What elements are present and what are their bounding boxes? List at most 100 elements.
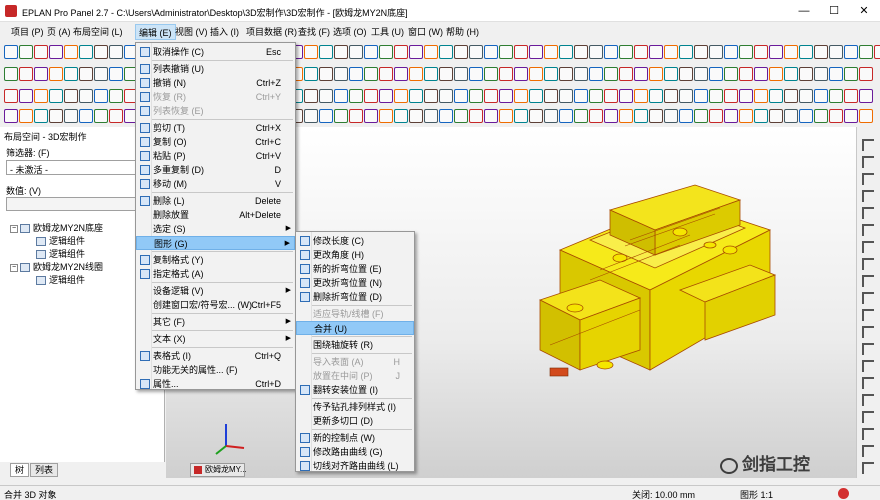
toolbar-button[interactable]	[79, 89, 93, 103]
graphics-submenu-item[interactable]: 传予钻孔排列样式 (I)	[296, 400, 414, 414]
toolbar-button[interactable]	[649, 89, 663, 103]
toolbar-button[interactable]	[94, 45, 108, 59]
toolbar-button[interactable]	[769, 89, 783, 103]
graphics-submenu-item[interactable]: 更改角度 (H)	[296, 248, 414, 262]
toolbar-button[interactable]	[529, 67, 543, 81]
toolbar-button[interactable]	[19, 89, 33, 103]
right-toolbar-button[interactable]	[862, 224, 874, 236]
toolbar-button[interactable]	[859, 89, 873, 103]
toolbar-button[interactable]	[589, 109, 603, 123]
toolbar-button[interactable]	[784, 109, 798, 123]
toolbar-button[interactable]	[754, 67, 768, 81]
toolbar-button[interactable]	[469, 109, 483, 123]
toolbar-button[interactable]	[34, 45, 48, 59]
toolbar-button[interactable]	[559, 109, 573, 123]
toolbar-button[interactable]	[844, 67, 858, 81]
toolbar-button[interactable]	[694, 109, 708, 123]
toolbar-button[interactable]	[589, 89, 603, 103]
toolbar-button[interactable]	[469, 89, 483, 103]
edit-menu-item[interactable]: 删除放置 Alt+Delete	[136, 208, 295, 222]
toolbar-button[interactable]	[514, 67, 528, 81]
right-toolbar-button[interactable]	[862, 207, 874, 219]
toolbar-button[interactable]	[94, 67, 108, 81]
edit-menu-item[interactable]: 列表撤销 (U)	[136, 62, 295, 76]
toolbar-button[interactable]	[109, 109, 123, 123]
toolbar-button[interactable]	[619, 45, 633, 59]
toolbar-button[interactable]	[109, 67, 123, 81]
graphics-submenu-item[interactable]: 新的折弯位置 (E)	[296, 262, 414, 276]
toolbar-button[interactable]	[424, 109, 438, 123]
right-toolbar-button[interactable]	[862, 343, 874, 355]
toolbar-button[interactable]	[439, 45, 453, 59]
toolbar-button[interactable]	[619, 89, 633, 103]
toolbar-button[interactable]	[334, 89, 348, 103]
right-toolbar-button[interactable]	[862, 360, 874, 372]
graphics-submenu-item[interactable]: 切线对齐路由曲线 (L)	[296, 459, 414, 473]
toolbar-button[interactable]	[769, 67, 783, 81]
menu-insert[interactable]: 插入 (I)	[207, 24, 242, 40]
toolbar-button[interactable]	[544, 109, 558, 123]
toolbar-button[interactable]	[544, 45, 558, 59]
right-toolbar-button[interactable]	[862, 156, 874, 168]
toolbar-button[interactable]	[64, 89, 78, 103]
toolbar-button[interactable]	[739, 109, 753, 123]
toolbar-button[interactable]	[424, 89, 438, 103]
toolbar-button[interactable]	[334, 67, 348, 81]
menu-window[interactable]: 窗口 (W)	[405, 24, 446, 40]
toolbar-button[interactable]	[574, 109, 588, 123]
menu-help[interactable]: 帮助 (H)	[443, 24, 482, 40]
toolbar-button[interactable]	[304, 109, 318, 123]
toolbar-button[interactable]	[859, 67, 873, 81]
right-toolbar-button[interactable]	[862, 139, 874, 151]
toolbar-button[interactable]	[634, 45, 648, 59]
toolbar-button[interactable]	[589, 45, 603, 59]
toolbar-button[interactable]	[4, 89, 18, 103]
close-button[interactable]: ✕	[850, 2, 878, 20]
collapse-icon[interactable]: −	[10, 263, 18, 272]
edit-menu-item[interactable]: 复制格式 (Y)	[136, 253, 295, 267]
toolbar-button[interactable]	[304, 67, 318, 81]
toolbar-button[interactable]	[754, 109, 768, 123]
toolbar-button[interactable]	[49, 89, 63, 103]
toolbar-button[interactable]	[484, 89, 498, 103]
right-toolbar-button[interactable]	[862, 445, 874, 457]
toolbar-button[interactable]	[364, 67, 378, 81]
graphics-submenu-item[interactable]: 放置在中间 (P) J	[296, 369, 414, 383]
right-toolbar-button[interactable]	[862, 258, 874, 270]
toolbar-button[interactable]	[844, 89, 858, 103]
toolbar-button[interactable]	[604, 67, 618, 81]
error-icon[interactable]	[838, 488, 849, 499]
toolbar-button[interactable]	[379, 89, 393, 103]
toolbar-button[interactable]	[364, 89, 378, 103]
toolbar-button[interactable]	[64, 45, 78, 59]
toolbar-button[interactable]	[874, 45, 880, 59]
toolbar-button[interactable]	[4, 45, 18, 59]
toolbar-button[interactable]	[724, 45, 738, 59]
edit-menu-item[interactable]: 恢复 (R) Ctrl+Y	[136, 90, 295, 104]
toolbar-button[interactable]	[514, 45, 528, 59]
toolbar-button[interactable]	[829, 109, 843, 123]
toolbar-button[interactable]	[499, 109, 513, 123]
toolbar-button[interactable]	[454, 45, 468, 59]
toolbar-button[interactable]	[334, 109, 348, 123]
toolbar-button[interactable]	[724, 67, 738, 81]
toolbar-button[interactable]	[679, 67, 693, 81]
edit-menu-item[interactable]: 图形 (G) ▶	[136, 236, 295, 250]
toolbar-button[interactable]	[484, 109, 498, 123]
toolbar-button[interactable]	[4, 67, 18, 81]
toolbar-button[interactable]	[379, 67, 393, 81]
collapse-icon[interactable]: −	[10, 224, 18, 233]
toolbar-button[interactable]	[454, 89, 468, 103]
toolbar-button[interactable]	[64, 109, 78, 123]
menu-options[interactable]: 选项 (O)	[330, 24, 370, 40]
toolbar-button[interactable]	[499, 67, 513, 81]
edit-menu-item[interactable]: 其它 (F) ▶	[136, 315, 295, 329]
toolbar-button[interactable]	[514, 109, 528, 123]
right-toolbar-button[interactable]	[862, 241, 874, 253]
toolbar-button[interactable]	[589, 67, 603, 81]
toolbar-button[interactable]	[94, 89, 108, 103]
toolbar-button[interactable]	[784, 45, 798, 59]
toolbar-button[interactable]	[484, 45, 498, 59]
toolbar-button[interactable]	[739, 67, 753, 81]
edit-menu-item[interactable]: 功能无关的属性... (F)	[136, 363, 295, 377]
